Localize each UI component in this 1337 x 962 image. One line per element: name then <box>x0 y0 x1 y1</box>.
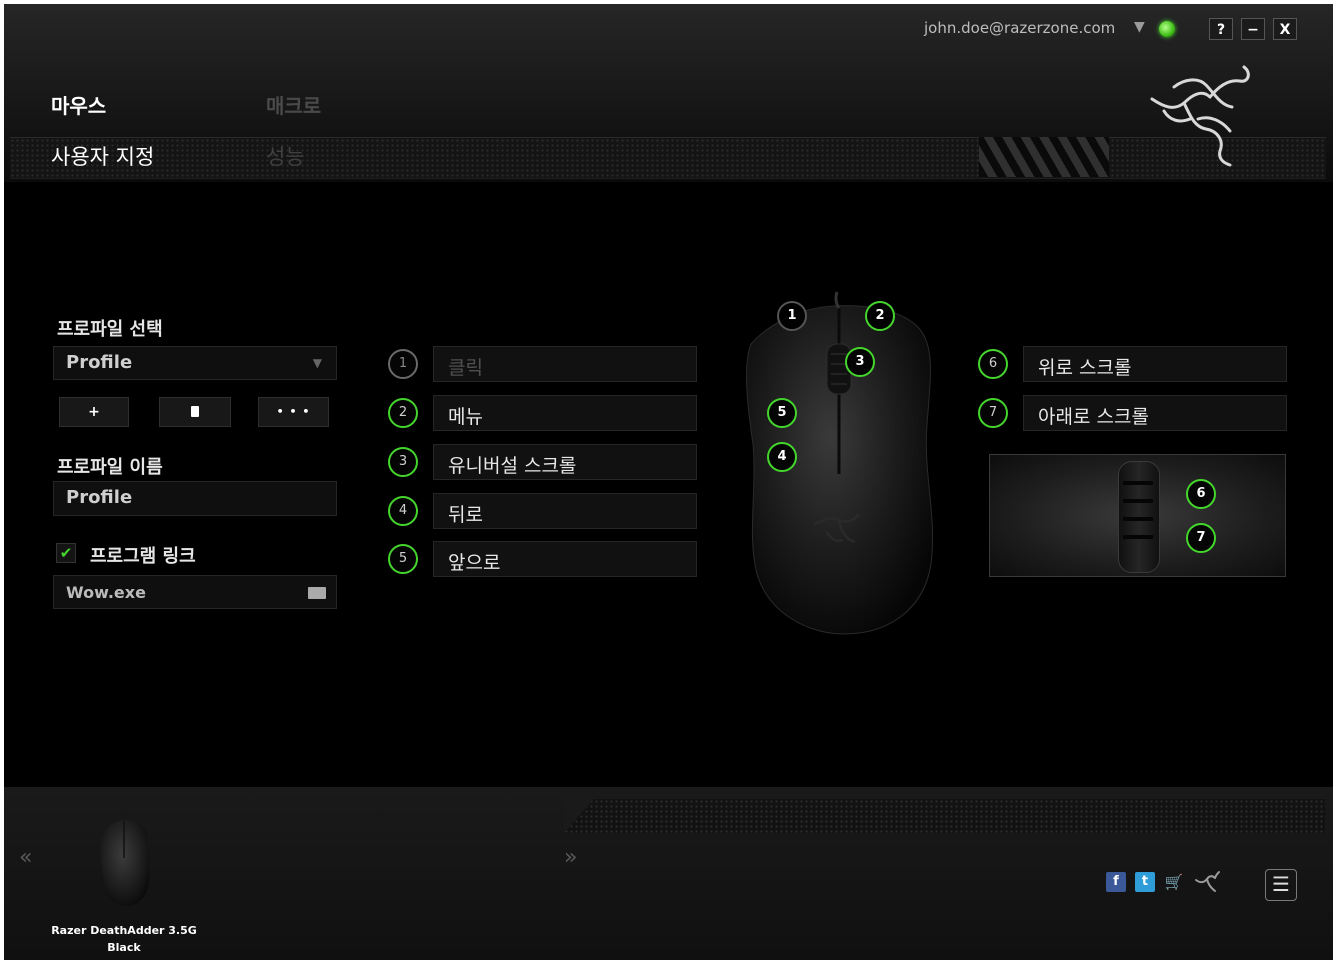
mouse-marker-2[interactable]: 2 <box>865 301 895 331</box>
delete-profile-button[interactable] <box>159 397 231 427</box>
assignment-label: 아래로 스크롤 <box>1038 406 1149 428</box>
profile-select-label: 프로파일 선택 <box>57 319 163 340</box>
button-number: 7 <box>978 398 1008 428</box>
folder-icon[interactable] <box>308 587 326 599</box>
button-number: 3 <box>388 447 418 477</box>
device-thumbnail[interactable] <box>97 816 153 908</box>
store-cart-icon[interactable]: 🛒 <box>1164 872 1184 892</box>
chevron-down-icon: ▼ <box>312 356 322 370</box>
device-name-line1: Razer DeathAdder 3.5G <box>51 924 197 937</box>
subtab-performance[interactable]: 성능 <box>266 141 305 171</box>
device-name: Razer DeathAdder 3.5G Black <box>44 922 204 956</box>
tab-macro[interactable]: 매크로 <box>266 90 321 119</box>
subtab-customize[interactable]: 사용자 지정 <box>51 141 154 171</box>
button-number: 1 <box>388 349 418 379</box>
profile-name-field[interactable]: Profile <box>53 481 337 516</box>
user-email[interactable]: john.doe@razerzone.com <box>924 19 1115 37</box>
menu-button[interactable]: ☰ <box>1265 869 1297 901</box>
assignment-button-3[interactable]: 유니버설 스크롤 <box>433 444 697 480</box>
tab-mouse[interactable]: 마우스 <box>51 90 106 119</box>
mouse-marker-3[interactable]: 3 <box>845 347 875 377</box>
assignment-button-4[interactable]: 뒤로 <box>433 493 697 529</box>
user-dropdown-icon[interactable]: ▼ <box>1134 19 1145 35</box>
mouse-marker-1[interactable]: 1 <box>777 301 807 331</box>
program-path-field[interactable]: Wow.exe <box>53 575 337 609</box>
zoom-marker-6[interactable]: 6 <box>1186 479 1216 509</box>
facebook-icon[interactable]: f <box>1106 872 1126 892</box>
assignment-label: 유니버설 스크롤 <box>448 455 577 477</box>
header-decoration <box>979 137 1109 177</box>
assignment-label: 클릭 <box>448 357 483 379</box>
profile-select-value: Profile <box>66 352 133 373</box>
mouse-marker-4[interactable]: 4 <box>767 442 797 472</box>
minimize-button[interactable]: − <box>1241 18 1265 40</box>
footer-decoration <box>564 799 1326 833</box>
close-button[interactable]: X <box>1273 18 1297 40</box>
add-profile-button[interactable]: + <box>59 397 129 427</box>
next-device-arrow[interactable]: » <box>564 845 577 870</box>
razer-icon[interactable] <box>1194 870 1220 894</box>
assignment-button-2[interactable]: 메뉴 <box>433 395 697 431</box>
button-number: 6 <box>978 349 1008 379</box>
trash-icon <box>191 406 199 417</box>
profile-name-value: Profile <box>66 487 133 508</box>
device-name-line2: Black <box>107 941 141 954</box>
button-number: 4 <box>388 496 418 526</box>
assignment-button-6[interactable]: 위로 스크롤 <box>1023 346 1287 382</box>
button-number: 2 <box>388 398 418 428</box>
program-link-checkbox[interactable]: ✔ <box>56 543 76 563</box>
prev-device-arrow[interactable]: « <box>19 845 32 870</box>
scroll-wheel-zoom-image: 6 7 <box>989 454 1286 577</box>
program-path-value: Wow.exe <box>66 583 146 602</box>
assignment-button-7[interactable]: 아래로 스크롤 <box>1023 395 1287 431</box>
button-number: 5 <box>388 544 418 574</box>
assignment-label: 위로 스크롤 <box>1038 357 1132 379</box>
program-link-label: 프로그램 링크 <box>90 546 196 567</box>
assignment-label: 메뉴 <box>448 406 483 428</box>
profile-name-label: 프로파일 이름 <box>57 457 163 478</box>
header-subnav-strip <box>10 137 1326 179</box>
help-button[interactable]: ? <box>1209 18 1233 40</box>
more-options-button[interactable]: • • • <box>258 397 329 427</box>
twitter-icon[interactable]: t <box>1135 872 1155 892</box>
razer-logo-icon <box>1150 65 1250 167</box>
online-status-icon <box>1159 21 1175 37</box>
footer-notch <box>564 787 604 833</box>
zoom-marker-7[interactable]: 7 <box>1186 523 1216 553</box>
synapse-window: 마우스 매크로 사용자 지정 성능 john.doe@razerzone.com… <box>4 4 1333 960</box>
mouse-marker-5[interactable]: 5 <box>767 398 797 428</box>
assignment-label: 앞으로 <box>448 552 501 574</box>
assignment-label: 뒤로 <box>448 504 483 526</box>
assignment-button-5[interactable]: 앞으로 <box>433 541 697 577</box>
assignment-button-1[interactable]: 클릭 <box>433 346 697 382</box>
profile-select[interactable]: Profile ▼ <box>53 346 337 380</box>
